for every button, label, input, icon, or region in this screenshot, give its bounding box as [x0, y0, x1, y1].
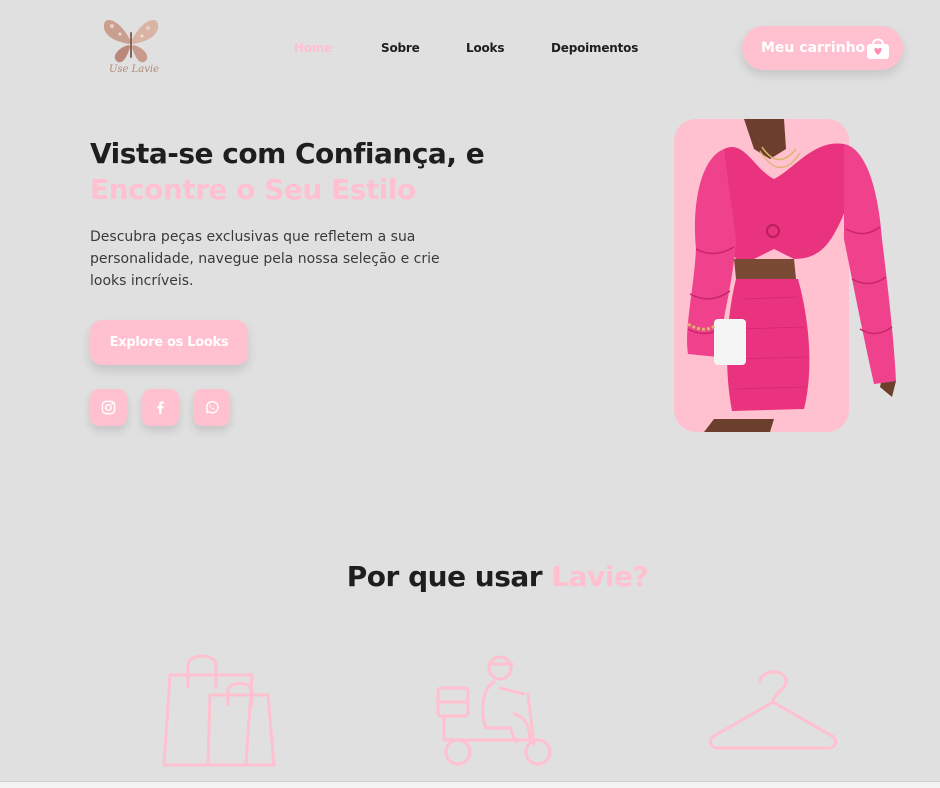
nav-depoimentos[interactable]: Depoimentos [551, 41, 638, 55]
nav-looks[interactable]: Looks [466, 41, 504, 55]
shopping-bags-icon [162, 654, 276, 767]
cart-label: Meu carrinho [761, 40, 866, 56]
hero-title: Vista-se com Confiança, e Encontre o Seu… [90, 136, 610, 208]
why-title-prefix: Por que usar [346, 560, 543, 593]
bottom-scroll-bar [0, 781, 940, 788]
facebook-icon [157, 401, 164, 415]
hero-description: Descubra peças exclusivas que refletem a… [90, 229, 440, 289]
whatsapp-button[interactable] [193, 389, 230, 426]
cart-button[interactable]: Meu carrinho [742, 26, 903, 70]
nav-home[interactable]: Home [294, 41, 332, 55]
instagram-button[interactable] [90, 389, 127, 426]
brand-logo[interactable]: Use Lavie [98, 14, 164, 86]
delivery-scooter-icon [436, 655, 552, 766]
hero-title-line1: Vista-se com Confiança, e [90, 137, 485, 170]
hero-model-image [674, 119, 896, 432]
shopping-bag-heart-icon [867, 38, 889, 59]
instagram-icon [101, 400, 116, 415]
nav-sobre[interactable]: Sobre [381, 41, 420, 55]
why-section-title: Por que usar Lavie? [0, 560, 940, 593]
whatsapp-icon [206, 400, 219, 414]
clothes-hanger-icon [709, 670, 837, 750]
why-title-highlight: Lavie? [551, 560, 649, 593]
facebook-button[interactable] [142, 389, 179, 426]
logo-text: Use Lavie [108, 64, 160, 75]
butterfly-logo-icon [103, 19, 159, 63]
explore-looks-button[interactable]: Explore os Looks [90, 320, 248, 365]
hero-title-line2: Encontre o Seu Estilo [90, 173, 416, 206]
